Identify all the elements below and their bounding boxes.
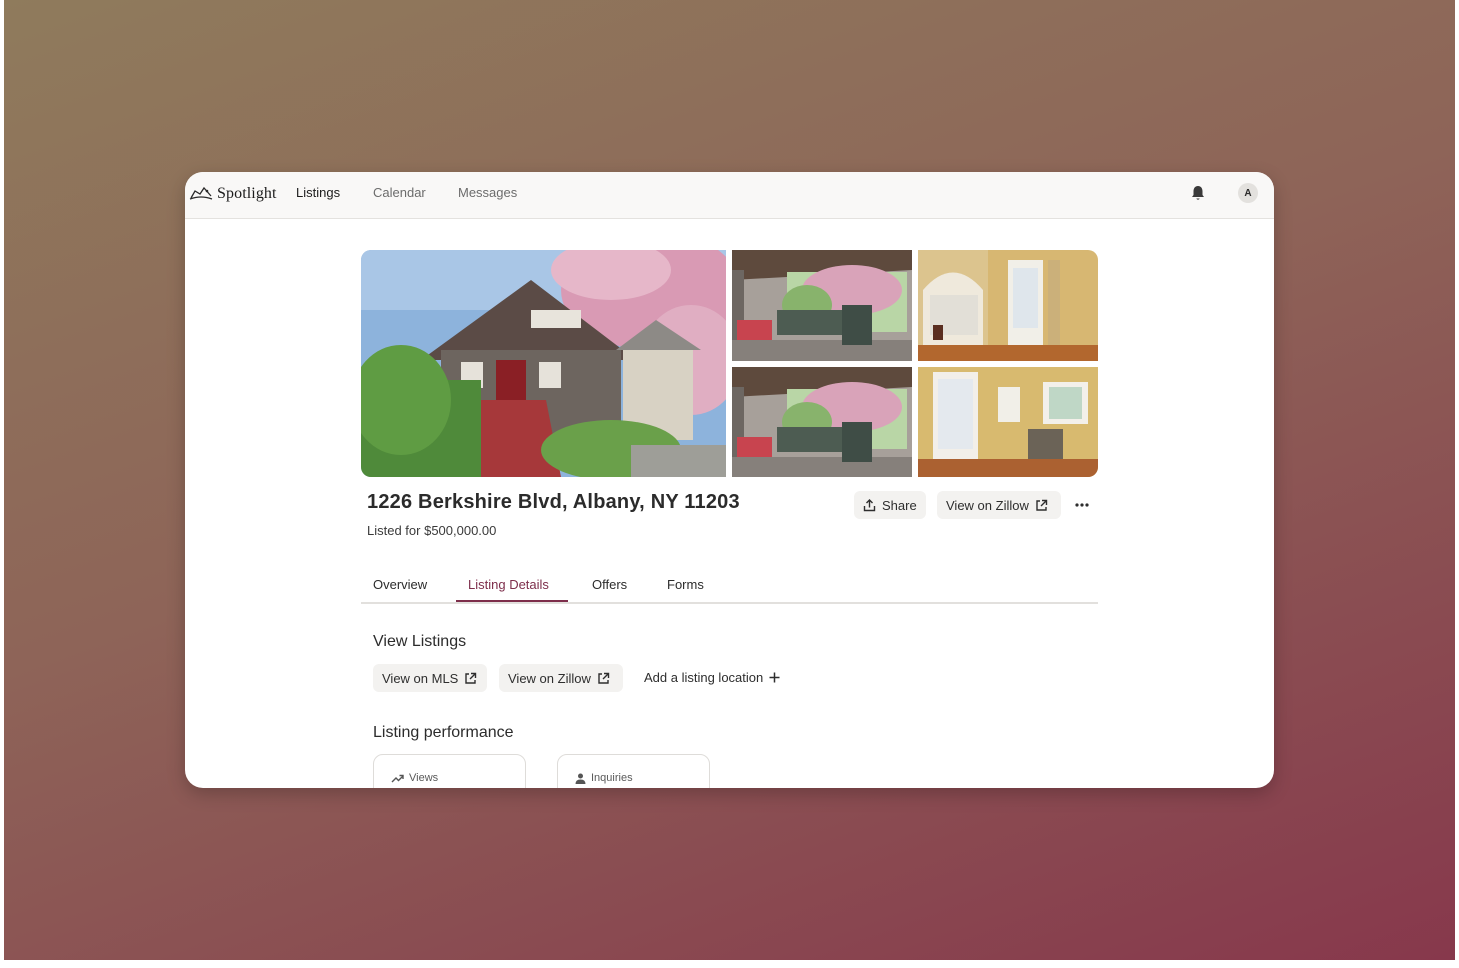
front-porch-image [732, 250, 912, 361]
brand-logo[interactable]: Spotlight [189, 181, 277, 207]
tab-overview[interactable]: Overview [373, 577, 427, 592]
view-on-mls-button[interactable]: View on MLS [373, 664, 487, 692]
inquiries-card[interactable]: Inquiries [557, 754, 710, 788]
photo-house-exterior[interactable] [361, 250, 726, 477]
listing-address: 1226 Berkshire Blvd, Albany, NY 11203 [367, 491, 740, 513]
views-label: Views [409, 772, 439, 784]
photo-front-porch[interactable] [732, 250, 912, 361]
share-label: Share [882, 497, 917, 513]
bedroom-image [918, 367, 1098, 477]
front-porch-alt-image [732, 367, 912, 477]
listing-performance-title: Listing performance [373, 724, 514, 741]
plus-icon [769, 672, 780, 683]
nav-calendar[interactable]: Calendar [373, 185, 426, 200]
tab-forms[interactable]: Forms [667, 577, 704, 592]
active-tab-indicator [456, 600, 568, 602]
top-navigation-bar: Spotlight Listings Calendar Messages A [185, 172, 1274, 219]
living-room-image [918, 250, 1098, 361]
tab-offers[interactable]: Offers [592, 577, 627, 592]
view-listings-title: View Listings [373, 633, 467, 650]
share-icon [863, 498, 876, 511]
spotlight-logo-icon [189, 186, 213, 200]
more-horizontal-icon [1075, 503, 1089, 507]
inquiries-card-header: Inquiries [575, 772, 633, 784]
external-link-icon [1036, 499, 1048, 511]
inquiries-label: Inquiries [591, 772, 633, 784]
brand-name: Spotlight [217, 185, 277, 202]
person-icon [575, 773, 586, 784]
more-options-button[interactable] [1071, 493, 1093, 517]
view-on-mls-label: View on MLS [382, 670, 459, 686]
nav-listings[interactable]: Listings [296, 185, 340, 200]
photo-bedroom[interactable] [918, 367, 1098, 477]
share-button[interactable]: Share [854, 491, 926, 519]
house-exterior-image [361, 250, 726, 477]
trending-up-icon [391, 774, 404, 782]
listing-price: Listed for $500,000.00 [367, 523, 497, 538]
photo-living-room[interactable] [918, 250, 1098, 361]
views-card[interactable]: Views [373, 754, 526, 788]
views-card-header: Views [391, 772, 438, 784]
add-listing-location-label: Add a listing location [644, 670, 764, 685]
nav-messages[interactable]: Messages [458, 185, 517, 200]
view-on-zillow-label: View on Zillow [508, 670, 591, 686]
avatar[interactable]: A [1238, 183, 1258, 203]
photo-front-porch-alt[interactable] [732, 367, 912, 477]
external-link-icon [598, 672, 610, 684]
listing-tabs: Overview Listing Details Offers Forms [361, 570, 1098, 604]
view-on-zillow-label: View on Zillow [946, 497, 1029, 513]
app-window: Spotlight Listings Calendar Messages A 1… [185, 172, 1274, 788]
external-link-icon [465, 672, 477, 684]
bell-icon[interactable] [1190, 184, 1206, 202]
tab-listing-details[interactable]: Listing Details [468, 577, 549, 592]
view-on-zillow-button[interactable]: View on Zillow [499, 664, 623, 692]
add-listing-location-button[interactable]: Add a listing location [644, 670, 780, 685]
view-on-zillow-header-button[interactable]: View on Zillow [937, 491, 1061, 519]
